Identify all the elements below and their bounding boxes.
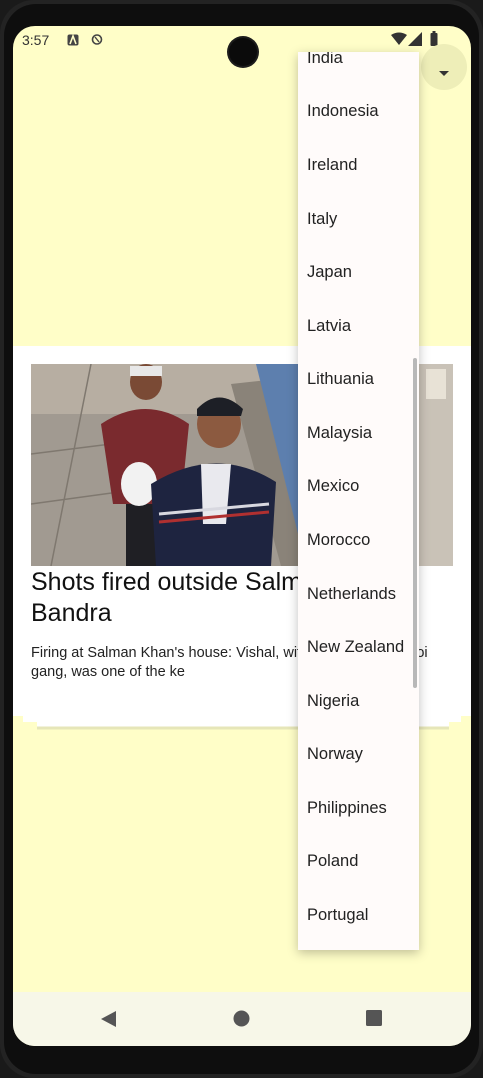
menu-item-nigeria[interactable]: Nigeria [307,692,359,711]
sync-icon [91,33,103,49]
signal-icon [408,32,422,49]
menu-scrollbar[interactable] [413,358,417,688]
wifi-icon [391,32,407,49]
menu-item-philippines[interactable]: Philippines [307,799,387,818]
menu-item-malaysia[interactable]: Malaysia [307,424,372,443]
a-box-icon [67,33,79,49]
navigation-bar [13,992,471,1046]
front-camera [229,38,257,66]
country-dropdown-menu[interactable]: India Indonesia Ireland Italy Japan Latv… [298,52,419,950]
menu-item-india[interactable]: India [307,52,343,68]
menu-item-morocco[interactable]: Morocco [307,531,370,550]
recents-icon[interactable] [366,1010,382,1031]
menu-item-norway[interactable]: Norway [307,745,363,764]
screen: 3:57 Shots fired outside Salman Khan's B… [13,26,471,1046]
menu-item-portugal[interactable]: Portugal [307,906,368,925]
menu-item-japan[interactable]: Japan [307,263,352,282]
menu-item-lithuania[interactable]: Lithuania [307,370,374,389]
home-icon[interactable] [233,1010,250,1032]
country-dropdown-button[interactable] [421,44,467,90]
menu-item-indonesia[interactable]: Indonesia [307,102,379,121]
menu-item-latvia[interactable]: Latvia [307,317,351,336]
menu-item-poland[interactable]: Poland [307,852,358,871]
menu-item-new-zealand[interactable]: New Zealand [307,638,404,657]
back-icon[interactable] [100,1010,117,1033]
menu-item-italy[interactable]: Italy [307,210,337,229]
status-time: 3:57 [22,32,50,48]
caret-down-icon [438,64,450,82]
menu-item-mexico[interactable]: Mexico [307,477,359,496]
menu-item-netherlands[interactable]: Netherlands [307,585,396,604]
menu-item-ireland[interactable]: Ireland [307,156,357,175]
